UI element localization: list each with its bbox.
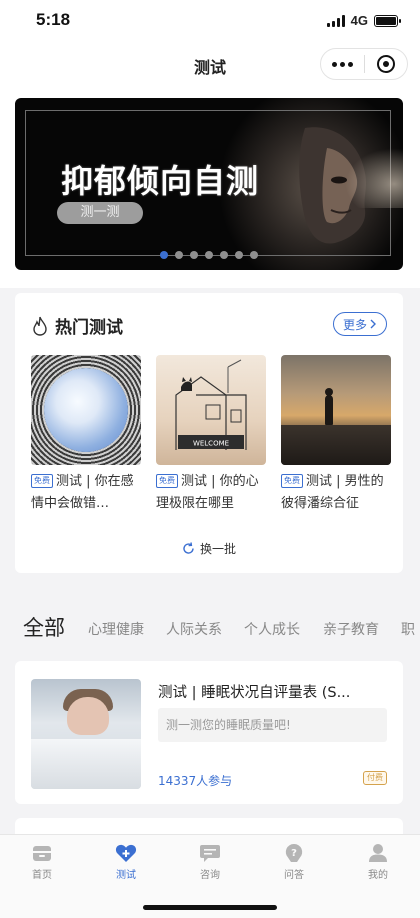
question-icon: ? (285, 843, 303, 862)
pagination-dot[interactable] (220, 251, 228, 259)
refresh-icon (183, 542, 194, 554)
hot-test-text: 免费 测试 | 你在感情中会做错… (31, 471, 141, 515)
signal-icon (326, 14, 345, 27)
tab-label: 咨询 (200, 870, 220, 881)
pagination-dot[interactable] (160, 251, 168, 259)
welcome-sign-text: WELCOME (193, 440, 229, 448)
profile-icon (369, 844, 387, 862)
hot-test-item[interactable]: 免费 测试 | 你在感情中会做错… (31, 355, 141, 515)
free-badge: 免费 (31, 474, 53, 488)
tab-home[interactable]: 首页 (0, 835, 84, 918)
banner-light-effect (345, 148, 403, 208)
ground-image (281, 425, 391, 465)
hot-test-item[interactable]: WELCOME 免费 测试 | 你的心理极限在哪里 (156, 355, 266, 515)
banner[interactable]: 抑郁倾向自测 测一测 (15, 98, 403, 270)
category-tab[interactable]: 亲子教育 (323, 619, 379, 639)
flame-icon (33, 316, 47, 336)
category-tabs: 全部 心理健康 人际关系 个人成长 亲子教育 职 (0, 605, 420, 645)
test-title: 测试 | 睡眠状况自评量表 (S... (158, 685, 351, 701)
hot-tests-card: 热门测试 更多 免费 测试 | 你在感情中会做错… WELCOME 免费 测试 … (15, 293, 403, 573)
refresh-label: 换一批 (199, 542, 236, 556)
category-tab[interactable]: 个人成长 (244, 619, 300, 639)
paid-badge: 付费 (363, 771, 387, 785)
home-indicator (143, 905, 277, 910)
sky-circle-image (44, 368, 128, 452)
free-badge: 免费 (156, 474, 178, 488)
free-badge: 免费 (281, 474, 303, 488)
pagination-dot[interactable] (250, 251, 258, 259)
banner-test-button[interactable]: 测一测 (57, 202, 143, 224)
target-icon (376, 55, 395, 73)
refresh-button[interactable]: 换一批 (15, 540, 403, 557)
category-tab[interactable]: 人际关系 (166, 619, 222, 639)
pagination-dot[interactable] (190, 251, 198, 259)
status-time: 5:18 (36, 10, 71, 29)
banner-pagination (15, 251, 403, 259)
more-label: 更多 (342, 317, 367, 332)
category-tab[interactable]: 心理健康 (88, 619, 144, 639)
hot-test-text: 免费 测试 | 你的心理极限在哪里 (156, 471, 266, 515)
more-menu-button[interactable] (321, 61, 364, 67)
hot-tests-list: 免费测试 | 你在感情中会做错… WELCOME 免费测试 | 你的心理极限 (31, 355, 391, 515)
test-list-item[interactable]: 测试 | 睡眠状况自评量表 (S... 测一测您的睡眠质量吧! 14337人参与… (15, 661, 403, 804)
more-button[interactable]: 更多 (333, 312, 387, 336)
participant-count: 14337人参与 (158, 774, 233, 788)
test-description: 测一测您的睡眠质量吧! (158, 708, 387, 742)
pagination-dot[interactable] (205, 251, 213, 259)
person-face-shape (67, 697, 109, 735)
close-miniprogram-button[interactable] (364, 55, 407, 73)
cat-house-illustration: WELCOME (175, 359, 247, 450)
tab-label: 问答 (284, 870, 304, 881)
battery-icon (374, 14, 401, 27)
miniprogram-capsule (320, 48, 408, 80)
hot-test-thumbnail: WELCOME (156, 355, 266, 465)
test-thumbnail (31, 679, 141, 789)
pagination-dot[interactable] (235, 251, 243, 259)
hot-tests-header: 热门测试 (31, 313, 123, 338)
chevron-right-icon (370, 319, 376, 329)
pagination-dot[interactable] (175, 251, 183, 259)
tab-label: 我的 (368, 870, 388, 881)
status-bar: 5:18 4G (0, 0, 420, 40)
hot-test-text: 免费 测试 | 男性的彼得潘综合征 (281, 471, 391, 515)
hot-test-item[interactable]: 免费 测试 | 男性的彼得潘综合征 (281, 355, 391, 515)
category-tab-all[interactable]: 全部 (23, 612, 65, 642)
bedsheet-shape (31, 739, 141, 789)
tab-label: 首页 (32, 870, 52, 881)
hot-tests-title: 热门测试 (55, 318, 123, 338)
banner-title: 抑郁倾向自测 (61, 162, 260, 200)
tab-label: 测试 (116, 870, 136, 881)
test-heart-icon (115, 844, 137, 862)
hot-test-thumbnail (31, 355, 141, 465)
network-type: 4G (350, 13, 368, 28)
tab-profile[interactable]: 我的 (336, 835, 420, 918)
category-tab[interactable]: 职 (401, 619, 415, 639)
person-silhouette (325, 388, 333, 425)
status-indicators: 4G (326, 13, 401, 28)
chat-icon (200, 845, 220, 862)
home-icon (33, 846, 51, 861)
svg-text:?: ? (291, 848, 297, 859)
hot-test-thumbnail (281, 355, 391, 465)
